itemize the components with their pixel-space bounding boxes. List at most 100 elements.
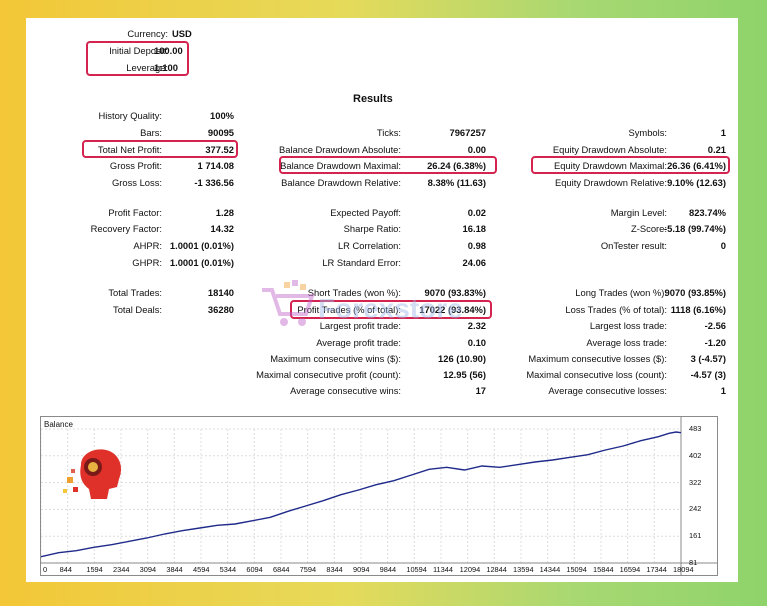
- stat-label: Margin Level:: [610, 207, 667, 218]
- results-title: Results: [353, 93, 393, 105]
- stat-label: Total Trades:: [108, 287, 162, 298]
- stat-label: Long Trades (won %):: [575, 287, 667, 298]
- stat-label: Ticks:: [376, 127, 401, 138]
- stat-label: Recovery Factor:: [90, 223, 162, 234]
- stat-value: 9070 (93.85%): [664, 287, 726, 298]
- stat-value: 1: [720, 127, 726, 138]
- x-tick-label: 6094: [246, 565, 263, 574]
- stat-value: 12.95 (56): [443, 369, 486, 380]
- stat-label: GHPR:: [132, 257, 162, 268]
- highlight-deposit-leverage: [86, 41, 189, 76]
- stat-label: Expected Payoff:: [330, 207, 401, 218]
- x-tick-label: 12094: [459, 565, 481, 574]
- stat-value: -4.57 (3): [690, 369, 726, 380]
- x-tick-label: 12844: [486, 565, 507, 574]
- watermark-text: Forexstore: [318, 293, 463, 324]
- stat-label: Balance Drawdown Absolute:: [279, 144, 401, 155]
- highlight-equity-drawdown-maximal: [531, 156, 730, 174]
- stat-label: Average loss trade:: [586, 337, 667, 348]
- y-tick-label: 81: [689, 558, 698, 567]
- stat-label: Equity Drawdown Relative:: [554, 177, 667, 188]
- stat-label: Equity Drawdown Absolute:: [552, 144, 667, 155]
- stat-value: 14.32: [210, 223, 234, 234]
- stat-value: 9.10% (12.63): [667, 177, 726, 188]
- currency-label: Currency:: [127, 28, 168, 39]
- stat-value: 17: [475, 385, 486, 396]
- x-tick-label: 16594: [619, 565, 641, 574]
- chart-plot: [41, 417, 717, 575]
- stat-value: -2.56: [704, 320, 726, 331]
- stat-value: 90095: [207, 127, 234, 138]
- stat-value: 0.21: [707, 144, 726, 155]
- head-logo-icon: [63, 449, 121, 499]
- stat-label: AHPR:: [133, 240, 162, 251]
- stat-label: Average consecutive wins:: [290, 385, 401, 396]
- cart-icon: [262, 280, 315, 326]
- x-tick-label: 5344: [219, 565, 237, 574]
- x-tick-label: 1594: [86, 565, 103, 574]
- x-tick-label: 3844: [166, 565, 183, 574]
- x-tick-label: 13594: [513, 565, 534, 574]
- x-tick-label: 2344: [113, 565, 130, 574]
- stat-label: Loss Trades (% of total):: [565, 304, 667, 315]
- stat-label: Symbols:: [628, 127, 667, 138]
- stat-label: Maximum consecutive losses ($):: [528, 353, 667, 364]
- stat-value: 0.02: [467, 207, 486, 218]
- stat-label: Average consecutive losses:: [548, 385, 667, 396]
- stat-label: Maximal consecutive loss (count):: [526, 369, 667, 380]
- x-tick-label: 17344: [646, 565, 667, 574]
- y-tick-label: 322: [689, 477, 702, 487]
- stat-value: 1: [720, 385, 726, 396]
- stat-value: 1.0001 (0.01%): [169, 257, 234, 268]
- stat-value: 1.0001 (0.01%): [169, 240, 234, 251]
- stat-label: Maximal consecutive profit (count):: [256, 369, 401, 380]
- x-tick-label: 844: [59, 565, 72, 574]
- x-tick-label: 10594: [406, 565, 427, 574]
- stat-label: Maximum consecutive wins ($):: [270, 353, 401, 364]
- stat-value: 24.06: [462, 257, 486, 268]
- y-tick-label: 402: [689, 450, 702, 460]
- currency-value: USD: [172, 28, 192, 39]
- stat-label: Gross Loss:: [111, 177, 162, 188]
- y-tick-label: 483: [689, 424, 702, 433]
- highlight-balance-drawdown-maximal: [279, 156, 497, 174]
- stat-label: OnTester result:: [600, 240, 667, 251]
- stat-value: 0.10: [467, 337, 486, 348]
- stat-value: 8.38% (11.63): [427, 177, 486, 188]
- stat-label: Z-Score:: [631, 223, 667, 234]
- stat-label: Balance Drawdown Relative:: [281, 177, 401, 188]
- stat-value: 1.28: [215, 207, 234, 218]
- stat-value: 0.00: [467, 144, 486, 155]
- stat-value: 1 714.08: [197, 160, 235, 171]
- stat-label: LR Standard Error:: [322, 257, 401, 268]
- highlight-total-net-profit: [82, 140, 238, 158]
- stat-value: 0: [720, 240, 726, 251]
- stat-value: -1 336.56: [194, 177, 234, 188]
- stat-value: 100%: [210, 110, 234, 121]
- stat-value: 3 (-4.57): [690, 353, 726, 364]
- stat-value: -1.20: [704, 337, 726, 348]
- stat-label: LR Correlation:: [337, 240, 401, 251]
- stat-value: 1118 (6.16%): [670, 304, 726, 315]
- balance-chart: Balance 0 844 1594 2344 3094 3844 4594 5344 6094…: [40, 416, 718, 576]
- y-tick-label: 161: [689, 531, 702, 541]
- x-tick-label: 4594: [193, 565, 210, 574]
- stat-value: -5.18 (99.74%): [663, 223, 726, 234]
- x-tick-label: 15094: [566, 565, 587, 574]
- stat-label: History Quality:: [98, 110, 162, 121]
- x-tick-label: 11344: [433, 565, 454, 574]
- stat-label: Sharpe Ratio:: [343, 223, 401, 234]
- stat-label: Average profit trade:: [316, 337, 401, 348]
- x-tick-label: 7594: [299, 565, 317, 574]
- stat-value: 7967257: [449, 127, 487, 138]
- x-tick-label: 6844: [273, 565, 290, 574]
- stat-label: Largest loss trade:: [589, 320, 667, 331]
- stat-value: 36280: [207, 304, 234, 315]
- report-panel: Currency: USD Initial Deposit: 100.00 Le…: [26, 18, 738, 582]
- stat-label: Gross Profit:: [109, 160, 162, 171]
- x-tick-label: 8344: [326, 565, 343, 574]
- x-tick-label: 9094: [353, 565, 370, 574]
- stat-label: Total Deals:: [113, 304, 162, 315]
- stat-value: 823.74%: [688, 207, 726, 218]
- x-tick-label: 15844: [593, 565, 614, 574]
